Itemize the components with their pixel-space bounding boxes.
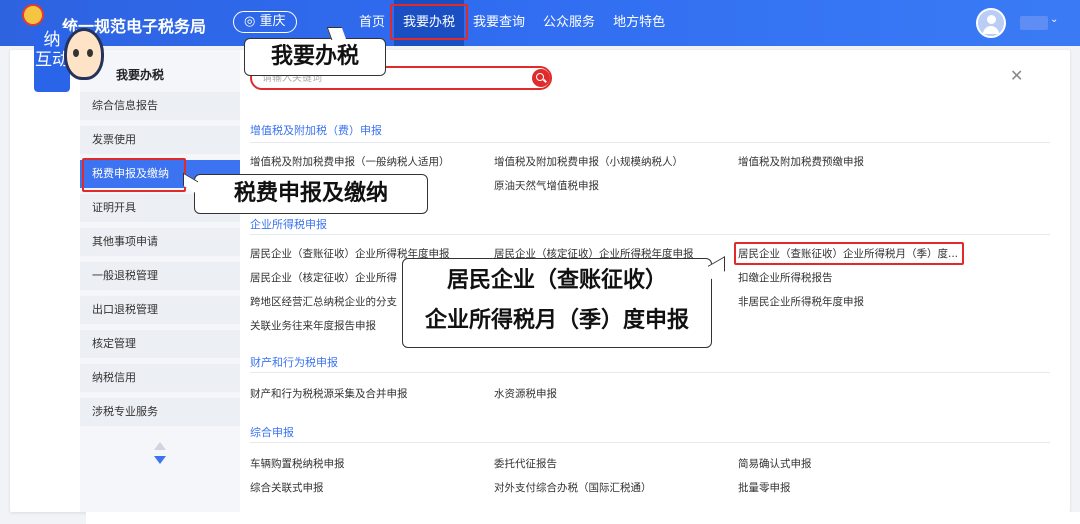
callout-line-2: 企业所得税月（季）度申报 <box>424 308 689 333</box>
callout-line-1: 居民企业（查账征收） <box>446 268 667 293</box>
link-comprehensive-linked[interactable]: 综合关联式申报 <box>250 480 324 495</box>
annotation-callout-cit-quarterly: 居民企业（查账征收） 企业所得税月（季）度申报 <box>402 258 712 348</box>
scroll-down-icon[interactable] <box>154 456 166 464</box>
user-name-blurred[interactable] <box>1020 16 1048 30</box>
link-water-resource[interactable]: 水资源税申报 <box>494 386 557 401</box>
link-vat-general[interactable]: 增值税及附加税费申报（一般纳税人适用） <box>250 154 450 169</box>
sidebar-item-tax-credit[interactable]: 纳税信用 <box>80 364 240 392</box>
sidebar-item-export-refund[interactable]: 出口退税管理 <box>80 296 240 324</box>
link-cit-assessed[interactable]: 居民企业（核定征收）企业所得 <box>250 270 397 285</box>
divider <box>250 372 1050 373</box>
close-icon[interactable]: ✕ <box>1010 66 1023 85</box>
sidebar-item-info-report[interactable]: 综合信息报告 <box>80 92 240 120</box>
link-entrusted-collection[interactable]: 委托代征报告 <box>494 456 557 471</box>
link-cit-withholding[interactable]: 扣缴企业所得税报告 <box>738 270 833 285</box>
nav-query[interactable]: 我要查询 <box>464 0 534 46</box>
chevron-down-icon[interactable]: ⌄ <box>1050 14 1058 25</box>
link-cit-non-resident[interactable]: 非居民企业所得税年度申报 <box>738 294 864 309</box>
link-cit-audit-quarterly[interactable]: 居民企业（查账征收）企业所得税月（季）度... <box>733 242 965 265</box>
sidebar-item-tax-professional[interactable]: 涉税专业服务 <box>80 398 240 426</box>
divider <box>250 442 1050 443</box>
location-pin-icon: ◎ <box>244 14 260 29</box>
main-nav: 首页 我要办税 我要查询 公众服务 地方特色 <box>350 0 674 46</box>
sidebar-item-general-refund[interactable]: 一般退税管理 <box>80 262 240 290</box>
nav-public-service[interactable]: 公众服务 <box>534 0 604 46</box>
section-title-comprehensive: 综合申报 <box>250 426 294 439</box>
top-bar: 统一规范电子税务局 ◎ 重庆 首页 我要办税 我要查询 公众服务 地方特色 ⌄ <box>0 0 1080 46</box>
search-icon[interactable] <box>532 69 550 87</box>
link-related-party[interactable]: 关联业务往来年度报告申报 <box>250 318 376 333</box>
sidebar-item-invoice[interactable]: 发票使用 <box>80 126 240 154</box>
link-vat-prepaid[interactable]: 增值税及附加税费预缴申报 <box>738 154 864 169</box>
bottom-strip <box>86 512 1080 524</box>
user-avatar-icon[interactable] <box>976 8 1006 38</box>
link-property-combined[interactable]: 财产和行为税税源采集及合并申报 <box>250 386 408 401</box>
nav-local-features[interactable]: 地方特色 <box>604 0 674 46</box>
sidebar: 我要办税 综合信息报告 发票使用 税费申报及缴纳 证明开具 其他事项申请 一般退… <box>80 50 240 512</box>
nav-tax-handling[interactable]: 我要办税 <box>390 0 469 46</box>
section-title-vat: 增值税及附加税（费）申报 <box>250 124 382 137</box>
sidebar-item-other-applications[interactable]: 其他事项申请 <box>80 228 240 256</box>
tax-emblem-icon <box>22 4 44 26</box>
section-title-property: 财产和行为税申报 <box>250 356 338 369</box>
scroll-up-icon[interactable] <box>154 442 166 450</box>
sidebar-title: 我要办税 <box>116 68 165 82</box>
divider <box>250 234 1050 235</box>
link-batch-zero[interactable]: 批量零申报 <box>738 480 791 495</box>
annotation-callout-tax-handling: 我要办税 <box>244 38 386 76</box>
link-vat-crude-oil[interactable]: 原油天然气增值税申报 <box>494 178 599 193</box>
sidebar-scroll-arrows[interactable] <box>152 442 168 468</box>
divider <box>250 142 1050 143</box>
annotation-callout-tax-filing: 税费申报及缴纳 <box>194 174 428 214</box>
region-label: 重庆 <box>259 14 286 29</box>
link-foreign-payment[interactable]: 对外支付综合办税（国际汇税通） <box>494 480 652 495</box>
sidebar-item-assessment[interactable]: 核定管理 <box>80 330 240 358</box>
link-vat-small-scale[interactable]: 增值税及附加税费申报（小规模纳税人） <box>494 154 683 169</box>
mascot-avatar-icon[interactable] <box>64 28 104 80</box>
link-simple-confirm[interactable]: 简易确认式申报 <box>738 456 812 471</box>
region-selector[interactable]: ◎ 重庆 <box>233 11 297 33</box>
link-cit-cross-region[interactable]: 跨地区经营汇总纳税企业的分支 <box>250 294 397 309</box>
section-title-cit: 企业所得税申报 <box>250 218 327 231</box>
link-vehicle-purchase[interactable]: 车辆购置税纳税申报 <box>250 456 345 471</box>
